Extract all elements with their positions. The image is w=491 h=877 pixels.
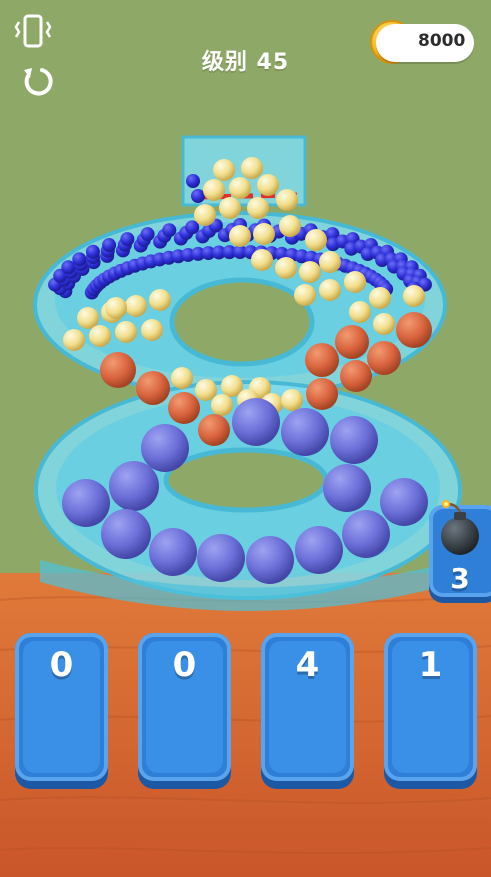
blue-ball — [162, 223, 177, 238]
blue-ball — [102, 238, 117, 253]
yellow-ball — [211, 394, 233, 416]
ball-card-orange[interactable]: 0 — [138, 633, 231, 781]
purple-ball — [323, 464, 371, 512]
purple-ball — [246, 536, 294, 584]
card-count-purple: 0 — [49, 645, 74, 685]
yellow-ball — [247, 197, 269, 219]
yellow-ball — [276, 189, 298, 211]
orange-ball — [198, 414, 230, 446]
blue-ball — [191, 189, 205, 203]
yellow-ball — [213, 159, 235, 181]
yellow-ball — [279, 215, 301, 237]
yellow-ball — [294, 284, 316, 306]
blue-ball — [120, 232, 135, 247]
level-number: 45 — [256, 50, 290, 75]
yellow-ball — [253, 223, 275, 245]
bomb-count: 3 — [450, 562, 470, 595]
yellow-ball — [319, 251, 341, 273]
yellow-ball — [349, 301, 371, 323]
purple-ball — [101, 509, 151, 559]
ball-card-blue[interactable]: 1 — [384, 633, 477, 781]
purple-ball — [330, 416, 378, 464]
yellow-ball — [194, 204, 216, 226]
orange-ball — [136, 371, 170, 405]
purple-ball — [109, 461, 159, 511]
yellow-ball — [369, 287, 391, 309]
yellow-ball — [251, 249, 273, 271]
orange-ball — [340, 360, 372, 392]
orange-ball — [305, 343, 339, 377]
yellow-ball — [373, 313, 395, 335]
yellow-ball — [403, 285, 425, 307]
coin-amount: 8000 — [418, 31, 466, 51]
yellow-ball — [344, 271, 366, 293]
blue-ball — [72, 252, 87, 267]
bomb-icon — [441, 500, 479, 555]
yellow-ball — [219, 197, 241, 219]
phone-vibrate-icon[interactable] — [14, 14, 52, 48]
orange-ball — [168, 392, 200, 424]
yellow-ball — [275, 257, 297, 279]
yellow-ball — [115, 321, 137, 343]
yellow-ball — [299, 261, 321, 283]
blue-ball — [186, 174, 200, 188]
yellow-ball — [319, 279, 341, 301]
yellow-ball — [141, 319, 163, 341]
card-count-orange: 0 — [172, 645, 197, 685]
orange-ball — [396, 312, 432, 348]
purple-ball — [62, 479, 110, 527]
purple-ball — [141, 424, 189, 472]
yellow-ball — [305, 229, 327, 251]
yellow-ball — [149, 289, 171, 311]
purple-ball — [380, 478, 428, 526]
ball-card-yellow[interactable]: 4 — [261, 633, 354, 781]
orange-ball — [367, 341, 401, 375]
yellow-ball — [63, 329, 85, 351]
purple-ball — [149, 528, 197, 576]
card-count-blue: 1 — [418, 645, 443, 685]
yellow-ball — [89, 325, 111, 347]
yellow-ball — [203, 179, 225, 201]
purple-ball — [295, 526, 343, 574]
ball-card-purple[interactable]: 0 — [15, 633, 108, 781]
purple-ball — [281, 408, 329, 456]
purple-ball — [197, 534, 245, 582]
yellow-ball — [241, 157, 263, 179]
purple-ball — [232, 398, 280, 446]
yellow-ball — [125, 295, 147, 317]
yellow-ball — [281, 389, 303, 411]
orange-ball — [335, 325, 369, 359]
orange-ball — [306, 378, 338, 410]
blue-ball — [85, 244, 100, 259]
blue-ball — [140, 227, 155, 242]
yellow-ball — [229, 177, 251, 199]
level-label: 级别 — [201, 50, 248, 75]
yellow-ball — [257, 174, 279, 196]
yellow-ball — [229, 225, 251, 247]
yellow-ball — [105, 297, 127, 319]
yellow-ball — [171, 367, 193, 389]
yellow-ball — [195, 379, 217, 401]
purple-ball — [342, 510, 390, 558]
yellow-ball — [77, 307, 99, 329]
card-count-yellow: 4 — [295, 645, 320, 685]
orange-ball — [100, 352, 136, 388]
